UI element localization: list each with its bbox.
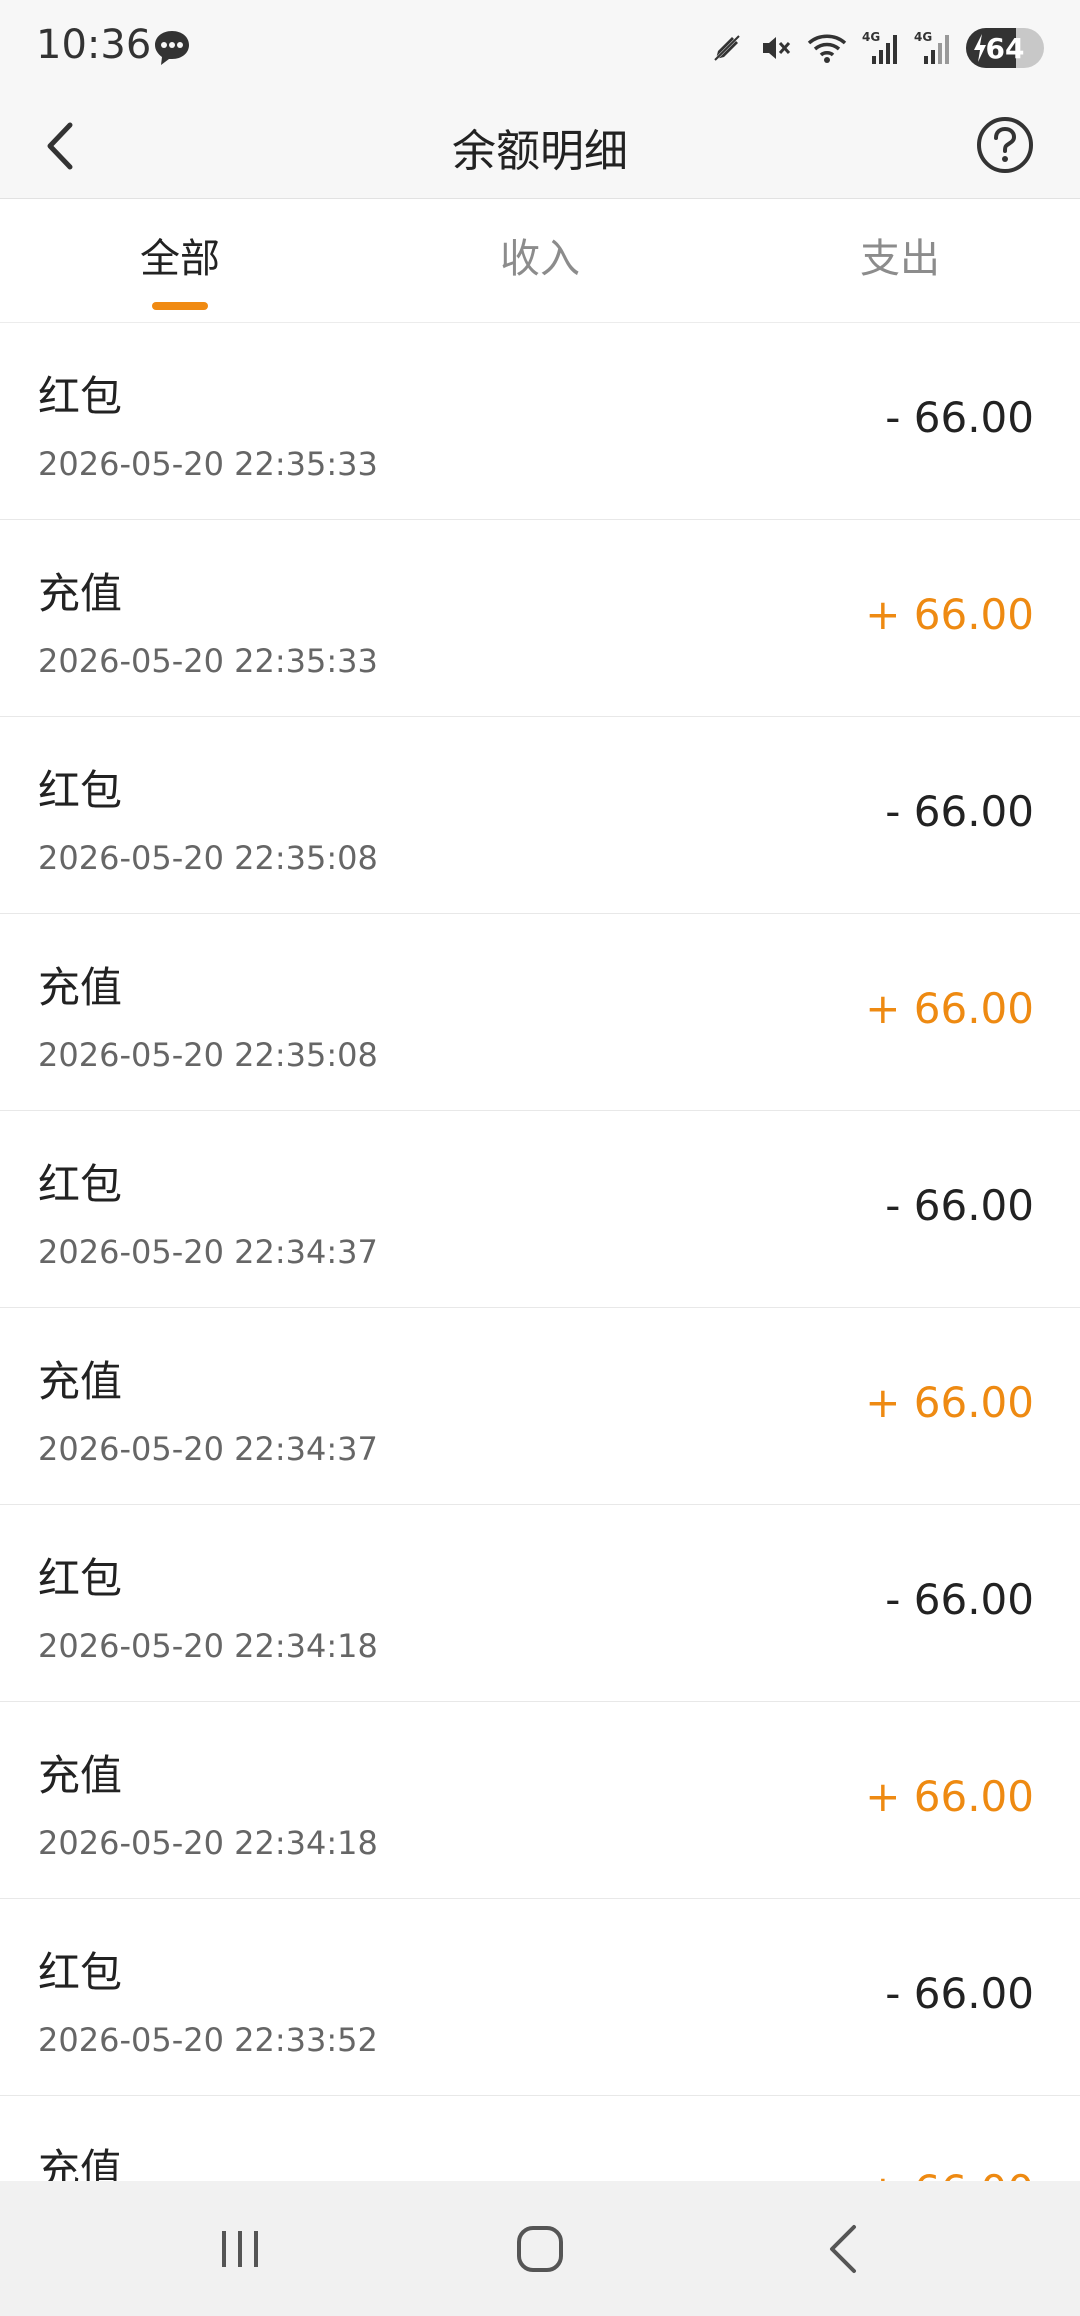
wifi-icon [806,31,848,65]
svg-text:4G: 4G [914,30,932,44]
transaction-amount: + 66.00 [865,1772,1034,1821]
list-item[interactable]: 充值 2026-05-20 22:34:18 + 66.00 [0,1702,1080,1899]
tab-label: 收入 [500,235,580,282]
list-item[interactable]: 红包 2026-05-20 22:35:33 - 66.00 [0,323,1080,520]
help-button[interactable] [970,110,1040,180]
list-item[interactable]: 充值 2026-05-20 22:35:08 + 66.00 [0,914,1080,1111]
nav-back-button[interactable] [764,2181,924,2316]
transaction-title: 红包 [38,372,123,421]
recent-apps-button[interactable] [160,2181,320,2316]
screen: 10:36 4G 4G 64 余额明细 全部 收入 支出 红包 2026-05-… [0,0,1080,2316]
pen-icon [710,31,744,65]
transaction-title: 充值 [38,1751,123,1800]
filter-tabs: 全部 收入 支出 [0,199,1080,323]
transaction-amount: - 66.00 [885,1969,1034,2018]
list-item[interactable]: 充值 + 66.00 [0,2096,1080,2181]
status-icons: 4G 4G 64 [710,26,1044,70]
transaction-amount: - 66.00 [885,787,1034,836]
battery-level: 64 [985,31,1025,65]
transaction-title: 充值 [38,1357,123,1406]
tab-all[interactable]: 全部 [0,199,360,322]
signal-4g-icon: 4G [914,30,952,66]
help-circle-icon [977,117,1033,173]
transaction-amount: - 66.00 [885,1575,1034,1624]
home-icon [517,2225,563,2272]
message-icon [152,28,192,68]
system-nav-bar [0,2181,1080,2316]
transaction-title: 充值 [38,963,123,1012]
list-item[interactable]: 红包 2026-05-20 22:34:37 - 66.00 [0,1111,1080,1308]
transaction-title: 红包 [38,1160,123,1209]
transaction-title: 红包 [38,1554,123,1603]
tab-label: 全部 [140,235,220,282]
transaction-time: 2026-05-20 22:35:33 [38,445,378,483]
transaction-amount: - 66.00 [885,1181,1034,1230]
transaction-list[interactable]: 红包 2026-05-20 22:35:33 - 66.00 充值 2026-0… [0,323,1080,2181]
battery-charging-icon: 64 [966,28,1044,68]
transaction-time: 2026-05-20 22:34:37 [38,1233,378,1271]
transaction-time: 2026-05-20 22:35:08 [38,1036,378,1074]
app-header: 余额明细 [0,96,1080,199]
list-item[interactable]: 充值 2026-05-20 22:34:37 + 66.00 [0,1308,1080,1505]
transaction-amount: + 66.00 [865,984,1034,1033]
transaction-time: 2026-05-20 22:34:18 [38,1627,378,1665]
transaction-amount: + 66.00 [865,1378,1034,1427]
list-item[interactable]: 充值 2026-05-20 22:35:33 + 66.00 [0,520,1080,717]
transaction-time: 2026-05-20 22:35:08 [38,839,378,877]
list-item[interactable]: 红包 2026-05-20 22:34:18 - 66.00 [0,1505,1080,1702]
tab-active-indicator [152,302,208,310]
transaction-amount: + 66.00 [865,590,1034,639]
list-item[interactable]: 红包 2026-05-20 22:33:52 - 66.00 [0,1899,1080,2096]
transaction-time: 2026-05-20 22:35:33 [38,642,378,680]
status-bar: 10:36 4G 4G 64 [0,0,1080,96]
tab-expense[interactable]: 支出 [720,199,1080,322]
svg-text:4G: 4G [862,30,880,44]
list-item[interactable]: 红包 2026-05-20 22:35:08 - 66.00 [0,717,1080,914]
tab-label: 支出 [860,235,940,282]
status-time: 10:36 [36,22,152,68]
home-button[interactable] [460,2181,620,2316]
transaction-title: 充值 [38,2145,123,2181]
mute-icon [758,31,792,65]
transaction-title: 红包 [38,766,123,815]
back-icon [830,2224,856,2273]
transaction-time: 2026-05-20 22:33:52 [38,2021,378,2059]
transaction-amount: - 66.00 [885,393,1034,442]
tab-income[interactable]: 收入 [360,199,720,322]
transaction-amount: + 66.00 [865,2166,1034,2181]
transaction-title: 红包 [38,1948,123,1997]
signal-4g-icon: 4G [862,30,900,66]
transaction-time: 2026-05-20 22:34:18 [38,1824,378,1862]
transaction-title: 充值 [38,569,123,618]
page-title: 余额明细 [452,126,628,177]
transaction-time: 2026-05-20 22:34:37 [38,1430,378,1468]
recent-apps-icon [222,2230,258,2267]
